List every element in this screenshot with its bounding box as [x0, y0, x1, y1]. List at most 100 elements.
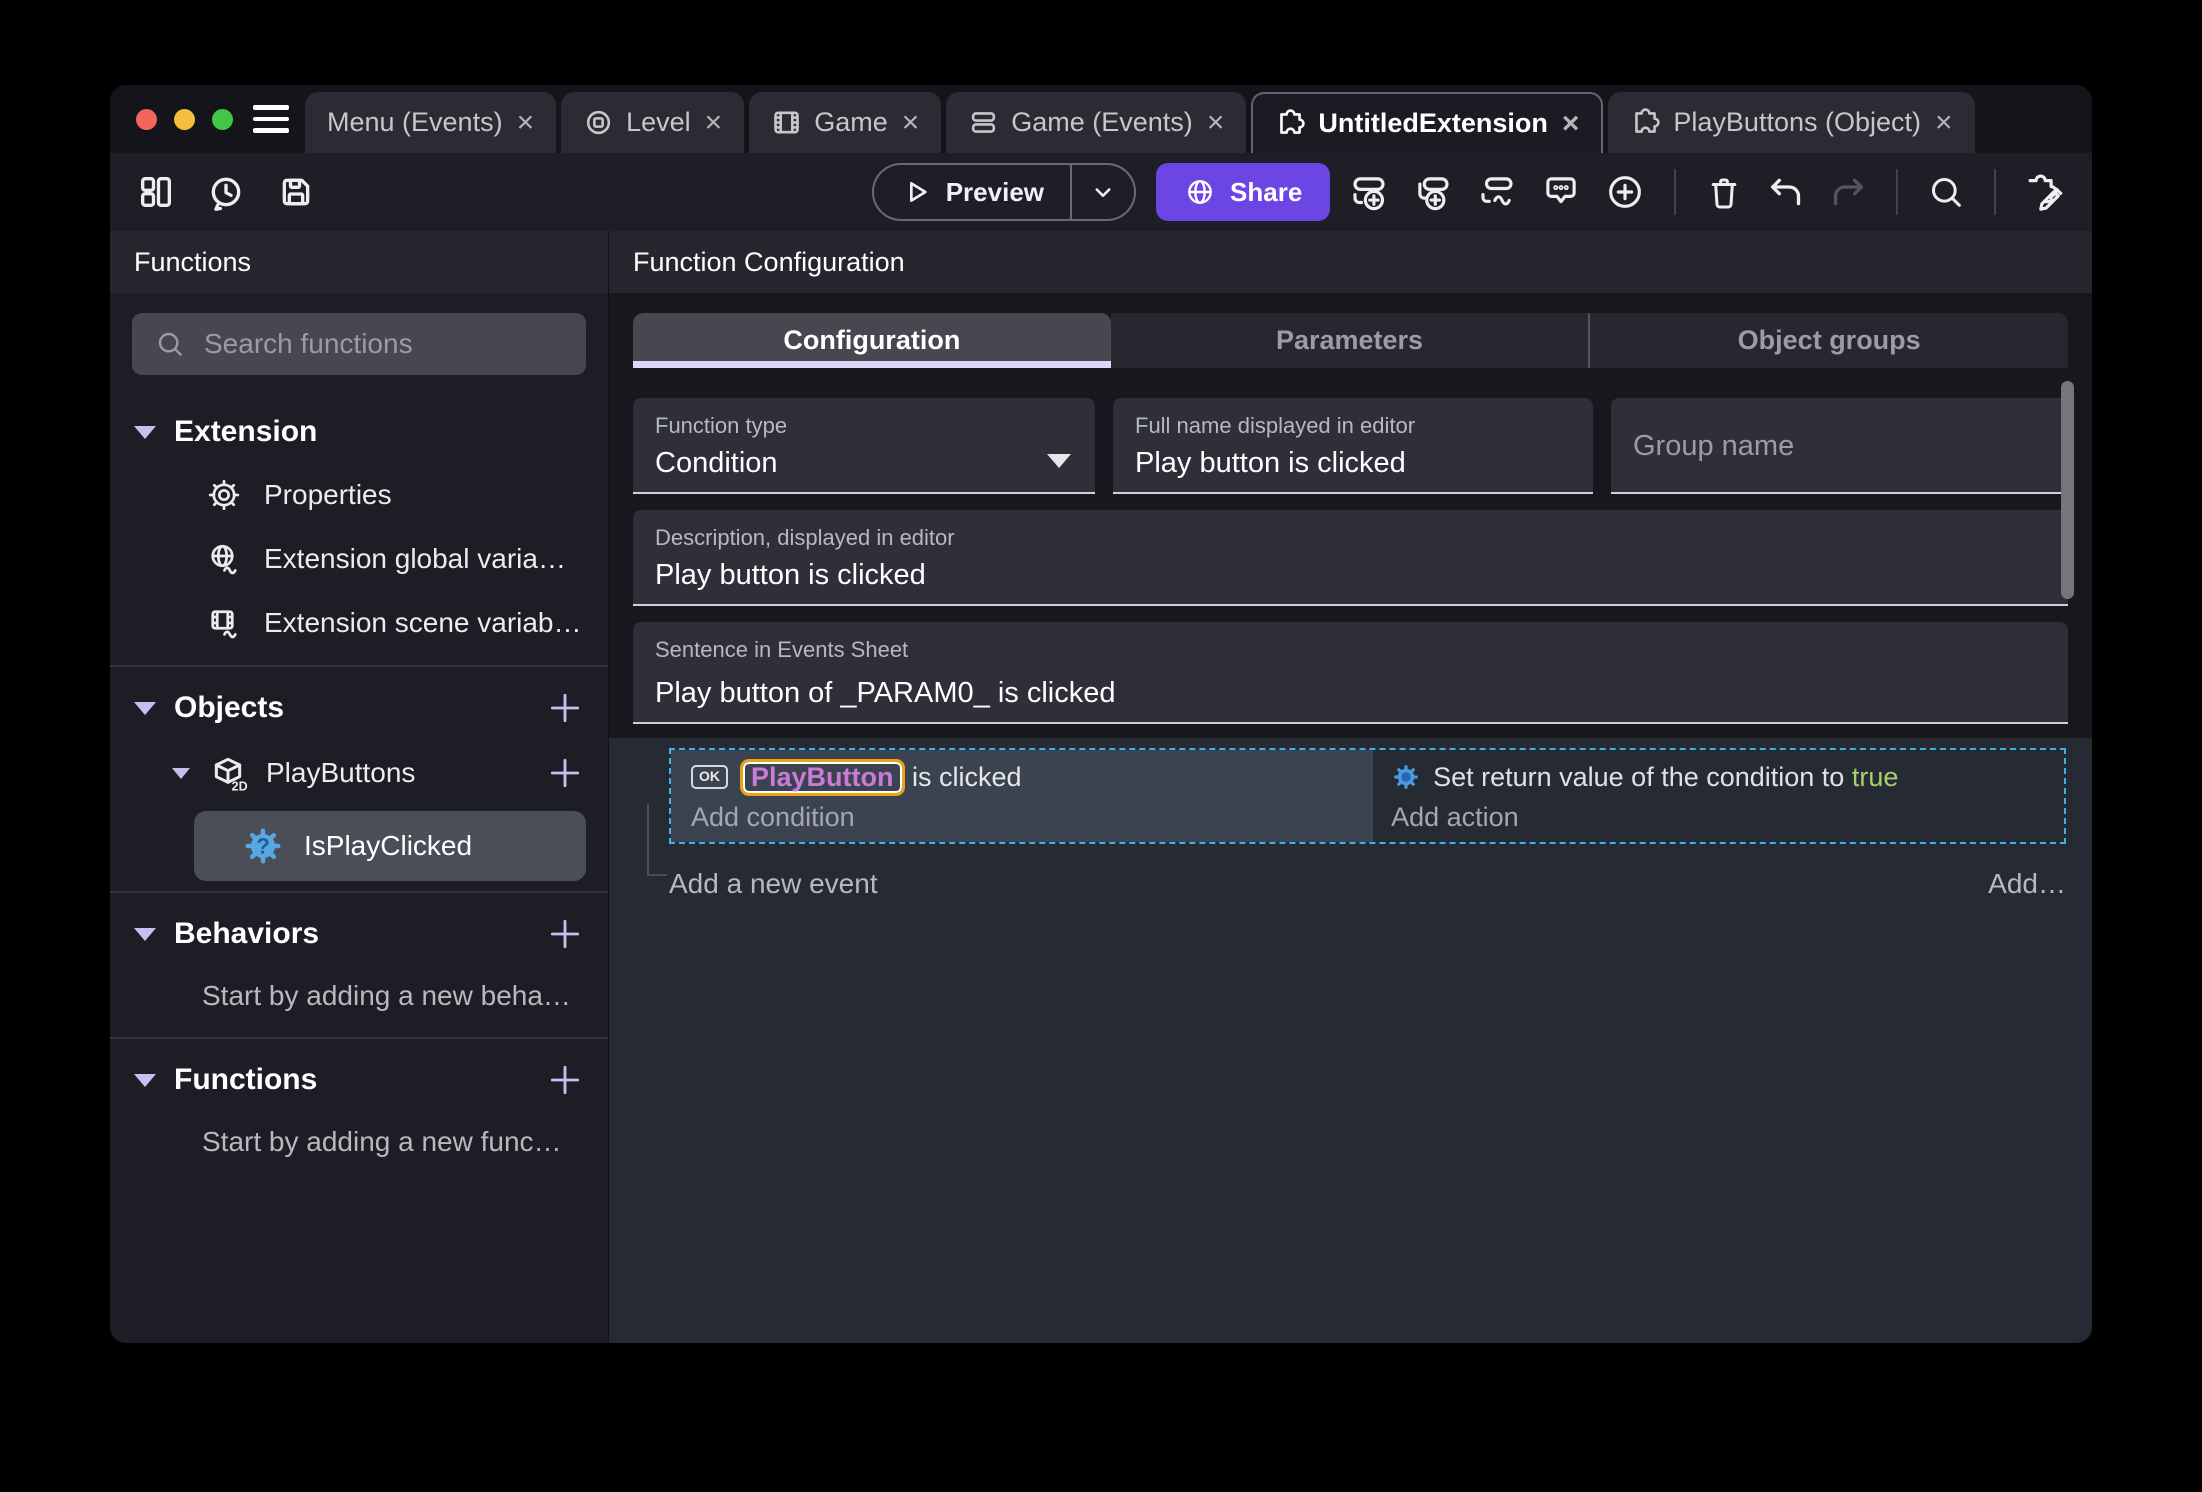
- section-functions[interactable]: Functions: [110, 1049, 608, 1111]
- add-new-event-button[interactable]: Add a new event: [669, 868, 878, 900]
- comment-icon: [1540, 171, 1582, 213]
- add-comment-button[interactable]: [1540, 171, 1582, 213]
- editor-tabs: Menu (Events) × Level × Game × Game (Eve…: [305, 85, 1975, 153]
- window-controls: [136, 85, 233, 153]
- functions-tree: Extension Properties Extension global va…: [110, 387, 608, 1173]
- condition-text: PlayButton is clicked: [740, 758, 1022, 796]
- selected-object-chip[interactable]: PlayButton: [740, 758, 905, 796]
- close-window-button[interactable]: [136, 108, 157, 130]
- close-icon[interactable]: ×: [705, 107, 723, 138]
- events-sheet-icon: [968, 107, 999, 138]
- function-label: IsPlayClicked: [304, 830, 473, 861]
- description-field[interactable]: Description, displayed in editor Play bu…: [633, 510, 2068, 606]
- trash-icon: [1704, 172, 1744, 212]
- toolbar: Preview Share: [110, 153, 2092, 231]
- history-icon: [206, 172, 246, 212]
- delete-button[interactable]: [1704, 172, 1744, 212]
- item-extension-scene-variables[interactable]: Extension scene variab…: [110, 591, 608, 655]
- gear-icon: [206, 477, 242, 513]
- undo-button[interactable]: [1766, 172, 1806, 212]
- globe-variables-icon: [206, 541, 242, 577]
- group-name-input[interactable]: [1633, 429, 2046, 463]
- search-icon: [1926, 172, 1966, 212]
- condition-function-icon: ?: [242, 825, 284, 867]
- function-type-select[interactable]: Function type Condition: [633, 398, 1095, 494]
- field-label: Function type: [655, 412, 788, 438]
- main-menu-button[interactable]: [253, 85, 289, 153]
- desktop-background: Menu (Events) × Level × Game × Game (Eve…: [0, 0, 2202, 1492]
- tab-menu-events[interactable]: Menu (Events) ×: [305, 92, 557, 153]
- add-event-button[interactable]: [1348, 171, 1390, 213]
- tab-game[interactable]: Game ×: [749, 92, 942, 153]
- close-icon[interactable]: ×: [1935, 107, 1953, 138]
- zoom-window-button[interactable]: [212, 108, 233, 130]
- functions-hint: Start by adding a new func…: [202, 1126, 562, 1157]
- tab-configuration[interactable]: Configuration: [633, 313, 1111, 368]
- add-condition-button[interactable]: Add condition: [691, 799, 1359, 835]
- film-variables-icon: [206, 605, 242, 641]
- preview-options-button[interactable]: [1070, 165, 1134, 219]
- search-functions-input[interactable]: [204, 328, 565, 360]
- main-title: Function Configuration: [609, 231, 2092, 293]
- action-row[interactable]: Set return value of the condition to tru…: [1391, 757, 2050, 797]
- tab-object-groups[interactable]: Object groups: [1588, 313, 2068, 368]
- functions-sidebar: Functions Extension Properties: [110, 231, 608, 1343]
- tab-label: PlayButtons (Object): [1673, 107, 1921, 137]
- preview-button[interactable]: Preview: [874, 165, 1070, 219]
- full-name-field[interactable]: Full name displayed in editor Play butto…: [1113, 398, 1593, 494]
- choose-event-button[interactable]: [1604, 171, 1646, 213]
- minimize-window-button[interactable]: [174, 108, 195, 130]
- add-behavior-button[interactable]: [546, 915, 584, 953]
- object-label: PlayButtons: [266, 757, 416, 788]
- add-more-button[interactable]: Add…: [1988, 868, 2066, 900]
- section-extension[interactable]: Extension: [110, 401, 608, 463]
- tab-label: Game: [814, 107, 888, 137]
- content-area: Functions Extension Properties: [110, 231, 2092, 1343]
- close-icon[interactable]: ×: [1562, 108, 1580, 139]
- vertical-scrollbar[interactable]: [2061, 381, 2074, 599]
- caret-down-icon: [134, 1073, 156, 1087]
- tab-playbuttons-object[interactable]: PlayButtons (Object) ×: [1608, 92, 1975, 153]
- search-button[interactable]: [1926, 172, 1966, 212]
- puzzle-edit-icon: [2024, 171, 2066, 213]
- project-manager-button[interactable]: [136, 172, 176, 212]
- save-button[interactable]: [276, 172, 316, 212]
- field-label: Sentence in Events Sheet: [655, 636, 909, 662]
- close-icon[interactable]: ×: [517, 107, 535, 138]
- version-history-button[interactable]: [206, 172, 246, 212]
- add-object-function-button[interactable]: [546, 754, 584, 792]
- sentence-field[interactable]: Sentence in Events Sheet Play button of …: [633, 622, 2068, 724]
- tab-parameters[interactable]: Parameters: [1110, 313, 1589, 368]
- condition-suffix: is clicked: [904, 761, 1022, 792]
- item-playbuttons[interactable]: 2D PlayButtons: [110, 739, 608, 807]
- chevron-down-icon: [1088, 177, 1118, 207]
- section-behaviors[interactable]: Behaviors: [110, 903, 608, 965]
- item-isplayclicked[interactable]: ? IsPlayClicked: [194, 811, 586, 881]
- add-action-button[interactable]: Add action: [1391, 799, 2050, 835]
- divider: [110, 665, 608, 667]
- save-icon: [276, 172, 316, 212]
- add-subevent-button[interactable]: [1412, 171, 1454, 213]
- add-other-event-button[interactable]: [1476, 171, 1518, 213]
- section-objects[interactable]: Objects: [110, 677, 608, 739]
- add-object-button[interactable]: [546, 689, 584, 727]
- item-properties[interactable]: Properties: [110, 463, 608, 527]
- event-tree-connector: [647, 804, 667, 876]
- tab-level[interactable]: Level ×: [561, 92, 745, 153]
- section-label: Extension: [174, 415, 318, 448]
- tab-untitled-extension[interactable]: UntitledExtension ×: [1251, 92, 1604, 153]
- condition-row[interactable]: OK PlayButton is clicked: [691, 757, 1359, 797]
- close-icon[interactable]: ×: [1207, 107, 1225, 138]
- close-icon[interactable]: ×: [902, 107, 920, 138]
- undo-icon: [1766, 172, 1806, 212]
- tab-game-events[interactable]: Game (Events) ×: [946, 92, 1247, 153]
- item-extension-global-variables[interactable]: Extension global varia…: [110, 527, 608, 591]
- add-function-button[interactable]: [546, 1061, 584, 1099]
- behaviors-hint: Start by adding a new beha…: [202, 980, 571, 1011]
- redo-button[interactable]: [1828, 172, 1868, 212]
- edit-extension-button[interactable]: [2024, 171, 2066, 213]
- field-value: Play button is clicked: [1135, 446, 1406, 479]
- search-icon: [154, 328, 186, 360]
- selected-event[interactable]: OK PlayButton is clicked Add condition S…: [669, 748, 2066, 844]
- share-button[interactable]: Share: [1156, 163, 1331, 221]
